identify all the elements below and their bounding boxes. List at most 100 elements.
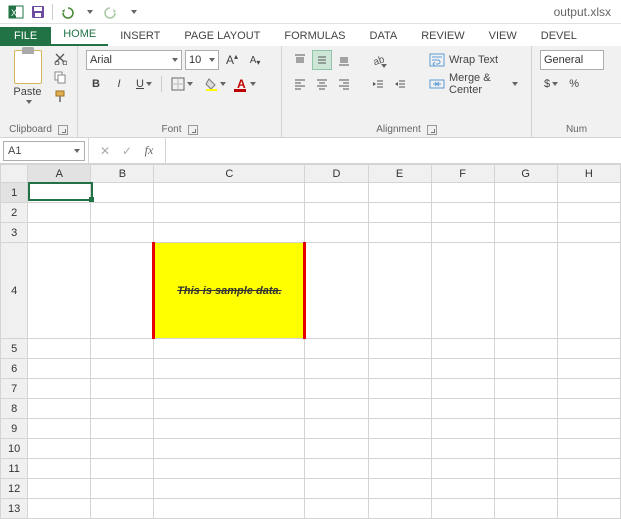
cell-F3[interactable] xyxy=(431,223,494,243)
cell-H4[interactable] xyxy=(557,243,620,339)
cell-A3[interactable] xyxy=(28,223,91,243)
save-icon[interactable] xyxy=(28,2,48,22)
row-header-4[interactable]: 4 xyxy=(1,243,28,339)
cell-B8[interactable] xyxy=(91,399,154,419)
cell-C7[interactable] xyxy=(154,379,305,399)
cell-C10[interactable] xyxy=(154,439,305,459)
cell-A8[interactable] xyxy=(28,399,91,419)
cell-B2[interactable] xyxy=(91,203,154,223)
cell-B10[interactable] xyxy=(91,439,154,459)
cell-E9[interactable] xyxy=(368,419,431,439)
format-painter-button[interactable] xyxy=(51,88,69,104)
row-header-9[interactable]: 9 xyxy=(1,419,28,439)
tab-developer[interactable]: DEVEL xyxy=(529,27,589,46)
cell-H7[interactable] xyxy=(557,379,620,399)
cell-D2[interactable] xyxy=(305,203,368,223)
cell-A2[interactable] xyxy=(28,203,91,223)
cell-G1[interactable] xyxy=(494,183,557,203)
cell-H1[interactable] xyxy=(557,183,620,203)
decrease-font-button[interactable]: A▾ xyxy=(245,50,265,70)
cell-E6[interactable] xyxy=(368,359,431,379)
font-name-combo[interactable]: Arial xyxy=(86,50,182,70)
cell-E10[interactable] xyxy=(368,439,431,459)
cell-C2[interactable] xyxy=(154,203,305,223)
cell-F5[interactable] xyxy=(431,339,494,359)
undo-icon[interactable] xyxy=(57,2,77,22)
select-all-corner[interactable] xyxy=(1,165,28,183)
cell-C4[interactable]: This is sample data. xyxy=(154,243,305,339)
cell-E1[interactable] xyxy=(368,183,431,203)
cell-B1[interactable] xyxy=(91,183,154,203)
name-box[interactable]: A1 xyxy=(3,141,85,161)
row-header-2[interactable]: 2 xyxy=(1,203,28,223)
align-bottom-button[interactable] xyxy=(334,50,354,70)
wrap-text-button[interactable]: Wrap Text xyxy=(424,50,523,70)
tab-insert[interactable]: INSERT xyxy=(108,27,172,46)
insert-function-button[interactable]: fx xyxy=(139,141,159,161)
orientation-button[interactable]: ab xyxy=(368,50,388,70)
decrease-indent-button[interactable] xyxy=(368,74,388,94)
tab-file[interactable]: FILE xyxy=(0,27,51,46)
redo-icon[interactable] xyxy=(101,2,121,22)
cell-E2[interactable] xyxy=(368,203,431,223)
row-header-8[interactable]: 8 xyxy=(1,399,28,419)
cell-A10[interactable] xyxy=(28,439,91,459)
cell-E4[interactable] xyxy=(368,243,431,339)
cell-G13[interactable] xyxy=(494,499,557,519)
row-header-7[interactable]: 7 xyxy=(1,379,28,399)
cell-B5[interactable] xyxy=(91,339,154,359)
cell-D6[interactable] xyxy=(305,359,368,379)
col-header-G[interactable]: G xyxy=(494,165,557,183)
col-header-D[interactable]: D xyxy=(305,165,368,183)
row-header-3[interactable]: 3 xyxy=(1,223,28,243)
tab-view[interactable]: VIEW xyxy=(477,27,529,46)
cancel-formula-button[interactable]: ✕ xyxy=(95,141,115,161)
cell-A5[interactable] xyxy=(28,339,91,359)
cell-H6[interactable] xyxy=(557,359,620,379)
cell-G4[interactable] xyxy=(494,243,557,339)
cell-F8[interactable] xyxy=(431,399,494,419)
cell-A7[interactable] xyxy=(28,379,91,399)
cell-B7[interactable] xyxy=(91,379,154,399)
cell-A9[interactable] xyxy=(28,419,91,439)
cell-G7[interactable] xyxy=(494,379,557,399)
cell-E7[interactable] xyxy=(368,379,431,399)
cell-H9[interactable] xyxy=(557,419,620,439)
cell-F6[interactable] xyxy=(431,359,494,379)
cell-D9[interactable] xyxy=(305,419,368,439)
col-header-E[interactable]: E xyxy=(368,165,431,183)
cell-F4[interactable] xyxy=(431,243,494,339)
cell-F10[interactable] xyxy=(431,439,494,459)
align-middle-button[interactable] xyxy=(312,50,332,70)
cell-C9[interactable] xyxy=(154,419,305,439)
cell-B9[interactable] xyxy=(91,419,154,439)
cell-D7[interactable] xyxy=(305,379,368,399)
tab-data[interactable]: DATA xyxy=(358,27,410,46)
cell-C6[interactable] xyxy=(154,359,305,379)
cell-F1[interactable] xyxy=(431,183,494,203)
cell-H2[interactable] xyxy=(557,203,620,223)
cell-C11[interactable] xyxy=(154,459,305,479)
cell-C1[interactable] xyxy=(154,183,305,203)
fill-color-button[interactable] xyxy=(200,74,230,94)
cell-A1[interactable] xyxy=(28,183,91,203)
bold-button[interactable]: B xyxy=(86,74,106,94)
cell-D8[interactable] xyxy=(305,399,368,419)
cell-G8[interactable] xyxy=(494,399,557,419)
clipboard-launcher[interactable] xyxy=(58,125,68,135)
cell-A6[interactable] xyxy=(28,359,91,379)
cell-H3[interactable] xyxy=(557,223,620,243)
cell-A11[interactable] xyxy=(28,459,91,479)
tab-home[interactable]: HOME xyxy=(51,25,108,46)
cell-H13[interactable] xyxy=(557,499,620,519)
font-size-combo[interactable]: 10 xyxy=(185,50,219,70)
enter-formula-button[interactable]: ✓ xyxy=(117,141,137,161)
cell-H5[interactable] xyxy=(557,339,620,359)
align-right-button[interactable] xyxy=(334,74,354,94)
cell-E5[interactable] xyxy=(368,339,431,359)
cell-G9[interactable] xyxy=(494,419,557,439)
customize-qat-icon[interactable] xyxy=(123,2,143,22)
cell-E3[interactable] xyxy=(368,223,431,243)
row-header-12[interactable]: 12 xyxy=(1,479,28,499)
alignment-launcher[interactable] xyxy=(427,125,437,135)
